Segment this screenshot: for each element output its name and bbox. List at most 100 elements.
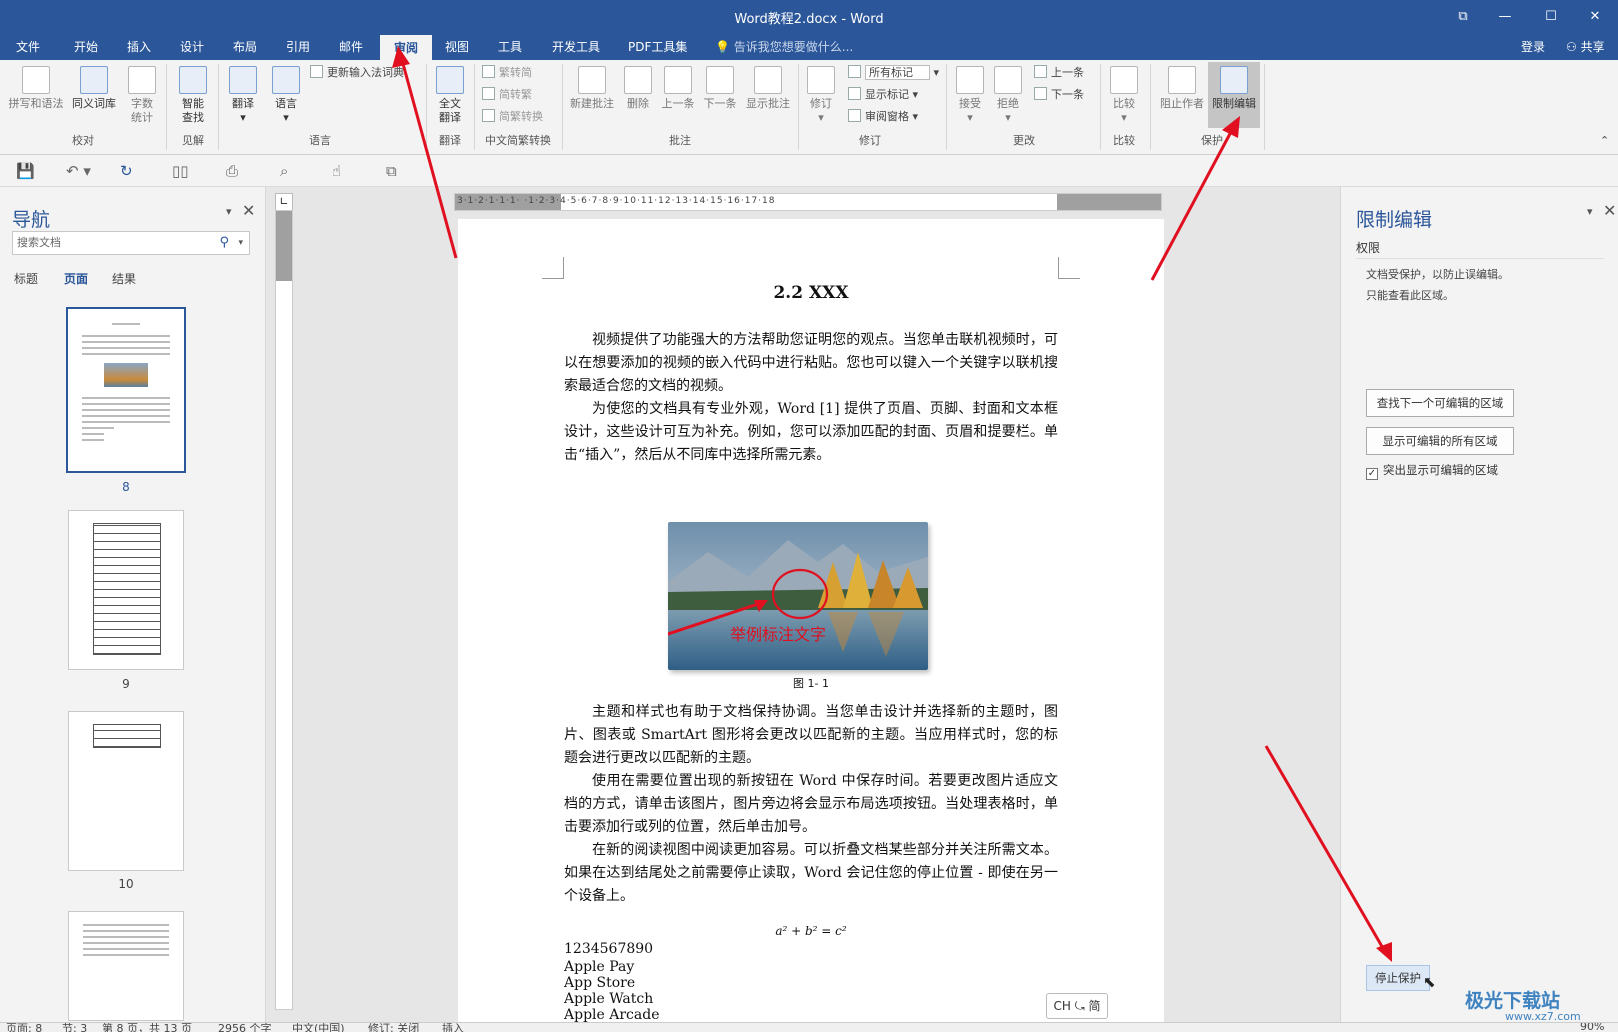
show-comments-button[interactable]: 显示批注 (742, 66, 794, 111)
lake-photo[interactable]: 举例标注文字 (668, 522, 928, 670)
new-comment-button[interactable]: 新建批注 (566, 66, 618, 111)
chevron-down-icon[interactable]: ▾ (1587, 205, 1593, 218)
restrict-editing-button[interactable]: 限制编辑 (1208, 62, 1260, 128)
read-mode-icon[interactable]: ▯▯ (172, 162, 189, 180)
collapse-ribbon-icon[interactable]: ⌃ (1600, 132, 1609, 150)
simp-to-trad-button[interactable]: 简转繁 (482, 86, 532, 104)
touch-mode-icon[interactable]: ☝ (332, 162, 341, 180)
document-canvas[interactable]: 2.2 XXX 视频提供了功能强大的方法帮助您证明您的观点。当您单击联机视频时，… (296, 213, 1338, 1022)
find-next-editable-region-button[interactable]: 查找下一个可编辑的区域 (1366, 389, 1514, 417)
status-language[interactable]: 中文(中国) (292, 1023, 345, 1032)
markup-display-dropdown[interactable]: 所有标记 ▾ (848, 64, 939, 82)
next-comment-icon (706, 66, 734, 94)
close-icon[interactable]: ✕ (242, 201, 255, 220)
tab-insert[interactable]: 插入 (121, 34, 157, 60)
print-preview-icon[interactable]: ⌕ (280, 162, 288, 180)
status-page[interactable]: 页面: 8 (6, 1023, 42, 1032)
nav-tab-headings[interactable]: 标题 (14, 270, 38, 287)
page-thumbnail[interactable] (66, 307, 186, 473)
review-pane-label: 审阅窗格 (865, 110, 909, 123)
thumb-line (82, 433, 104, 435)
stop-protection-button[interactable]: 停止保护 (1366, 965, 1430, 991)
page-thumbnail[interactable] (68, 510, 184, 670)
print-icon[interactable]: ⎙ (226, 162, 238, 180)
horizontal-ruler[interactable]: 3·1·2·1·1·1· ·1·2·3·4·5·6·7·8·9·10·11·12… (454, 193, 1162, 211)
status-zoom[interactable]: 90% (1580, 1023, 1604, 1032)
search-document-input[interactable]: 搜索文档 ⚲ ▾ (12, 231, 250, 255)
undo-icon[interactable]: ↶ ▾ (66, 162, 91, 180)
tab-view[interactable]: 视图 (439, 34, 475, 60)
thumb-line (83, 936, 169, 938)
search-icon[interactable]: ⚲ (219, 232, 229, 254)
delete-comment-button[interactable]: 删除 (620, 66, 656, 111)
simp-trad-convert-button[interactable]: 简繁转换 (482, 108, 543, 126)
tab-review[interactable]: 审阅 (380, 35, 432, 60)
chevron-down-icon[interactable]: ▾ (226, 205, 232, 218)
document-page[interactable]: 2.2 XXX 视频提供了功能强大的方法帮助您证明您的观点。当您单击联机视频时，… (458, 219, 1164, 1022)
group-tracking-label: 修订 (859, 134, 881, 147)
close-button[interactable]: ✕ (1572, 4, 1618, 30)
word-count-button[interactable]: 字数 统计 (122, 66, 162, 125)
window-arrange-icon[interactable]: ⧉ (386, 162, 397, 180)
page-thumbnail[interactable] (68, 911, 184, 1021)
trad-to-simp-button[interactable]: 繁转简 (482, 64, 532, 82)
reject-button[interactable]: 拒绝 ▾ (990, 66, 1026, 125)
chevron-down-icon[interactable]: ▾ (238, 232, 243, 254)
language-button[interactable]: 语言 ▾ (265, 66, 307, 125)
thesaurus-button[interactable]: 同义词库 (68, 66, 120, 111)
show-markup-button[interactable]: 显示标记 ▾ (848, 86, 918, 104)
highlight-editable-regions-checkbox[interactable]: ✓ 突出显示可编辑的区域 (1366, 462, 1498, 480)
thumb-table (93, 523, 161, 655)
nav-tab-pages[interactable]: 页面 (64, 270, 88, 287)
login-link[interactable]: 登录 (1515, 34, 1551, 60)
next-change-button[interactable]: 下一条 (1034, 86, 1084, 104)
navigation-pane: 导航 ▾ ✕ 搜索文档 ⚲ ▾ 标题 页面 结果 8 9 10 (0, 187, 266, 1022)
tell-me-search[interactable]: 💡 告诉我您想要做什么... (715, 34, 853, 60)
ime-indicator[interactable]: CH ⤿ 简 (1046, 993, 1108, 1019)
status-section[interactable]: 节: 3 (62, 1023, 87, 1032)
maximize-button[interactable]: ☐ (1528, 4, 1574, 30)
tab-selector[interactable]: ∟ (275, 193, 293, 211)
update-ime-dictionary-button[interactable]: 更新输入法词典 (310, 64, 404, 82)
previous-change-button[interactable]: 上一条 (1034, 64, 1084, 82)
full-translate-button[interactable]: 全文 翻译 (430, 66, 470, 125)
redo-icon[interactable]: ↻ (120, 162, 133, 180)
tab-pdf-tools[interactable]: PDF工具集 (622, 34, 693, 60)
tab-home[interactable]: 开始 (68, 34, 104, 60)
status-page-count[interactable]: 第 8 页，共 13 页 (102, 1023, 192, 1032)
next-comment-button[interactable]: 下一条 (700, 66, 740, 111)
track-changes-button[interactable]: 修订 ▾ (802, 66, 840, 125)
tab-layout[interactable]: 布局 (227, 34, 263, 60)
accept-button[interactable]: 接受 ▾ (952, 66, 988, 125)
review-pane-button[interactable]: 审阅窗格 ▾ (848, 108, 918, 126)
tab-developer[interactable]: 开发工具 (546, 34, 606, 60)
spelling-grammar-button[interactable]: 拼写和语法 (4, 66, 68, 111)
smart-lookup-button[interactable]: 智能 查找 (172, 66, 214, 125)
previous-change-label: 上一条 (1051, 66, 1084, 79)
save-icon[interactable]: 💾 (16, 162, 35, 180)
group-language-label: 语言 (309, 134, 331, 147)
tab-mailings[interactable]: 邮件 (333, 34, 369, 60)
language-label: 语言 (275, 97, 297, 110)
tab-design[interactable]: 设计 (174, 34, 210, 60)
nav-tab-results[interactable]: 结果 (112, 270, 136, 287)
tab-tools[interactable]: 工具 (492, 34, 528, 60)
translate-button[interactable]: 翻译 ▾ (222, 66, 264, 125)
status-track-changes[interactable]: 修订: 关闭 (368, 1023, 419, 1032)
compare-button[interactable]: 比较 ▾ (1106, 66, 1142, 125)
show-all-editable-regions-button[interactable]: 显示可编辑的所有区域 (1366, 427, 1514, 455)
group-comments-label: 批注 (669, 134, 691, 147)
status-word-count[interactable]: 2956 个字 (218, 1023, 272, 1032)
close-icon[interactable]: ✕ (1603, 201, 1616, 220)
page-thumbnail[interactable] (68, 711, 184, 871)
ribbon-display-options-icon[interactable]: ⧉ (1440, 4, 1486, 30)
tab-references[interactable]: 引用 (280, 34, 316, 60)
vertical-ruler[interactable] (275, 210, 293, 1010)
share-button[interactable]: ⚇ 共享 (1560, 34, 1611, 60)
tab-file[interactable]: 文件 (10, 34, 46, 60)
status-insert-mode[interactable]: 插入 (442, 1023, 464, 1032)
markup-icon (848, 65, 861, 78)
minimize-button[interactable]: — (1482, 4, 1528, 30)
previous-comment-button[interactable]: 上一条 (658, 66, 698, 111)
block-authors-button[interactable]: 阻止作者 (1156, 66, 1208, 111)
